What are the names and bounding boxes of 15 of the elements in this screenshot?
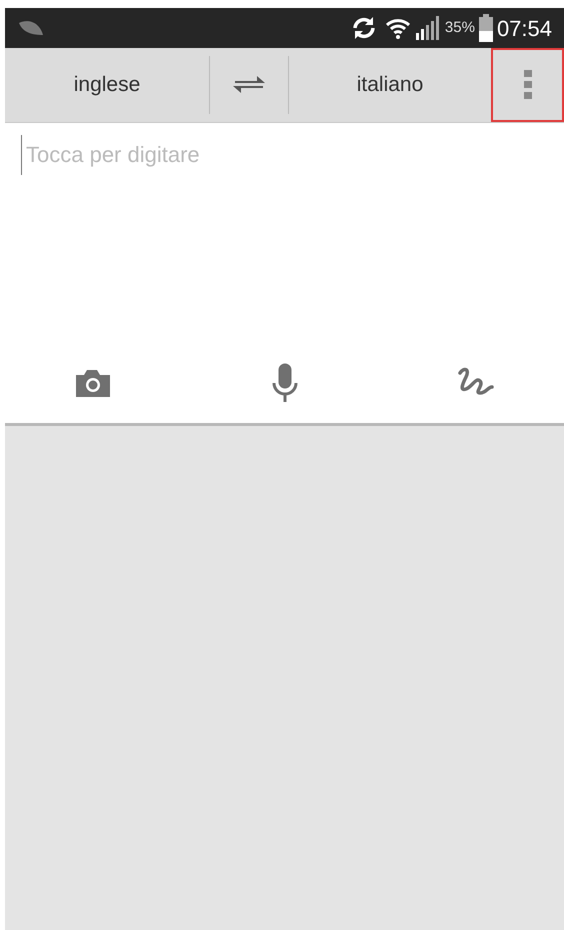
leaf-icon xyxy=(17,19,45,37)
menu-icon xyxy=(524,70,532,100)
target-language-button[interactable]: italiano xyxy=(289,48,491,122)
microphone-icon xyxy=(270,363,300,403)
input-field[interactable]: Tocca per digitare xyxy=(21,135,548,175)
sync-icon xyxy=(350,15,377,41)
clock: 07:54 xyxy=(496,14,552,42)
wifi-icon xyxy=(384,17,411,39)
signal-icon xyxy=(414,15,441,41)
swap-arrows-icon xyxy=(231,74,267,96)
battery-percent: 35% xyxy=(444,18,475,38)
battery-icon xyxy=(478,14,493,42)
menu-button[interactable] xyxy=(491,48,564,122)
source-language-button[interactable]: inglese xyxy=(5,48,209,122)
camera-icon xyxy=(74,367,112,399)
